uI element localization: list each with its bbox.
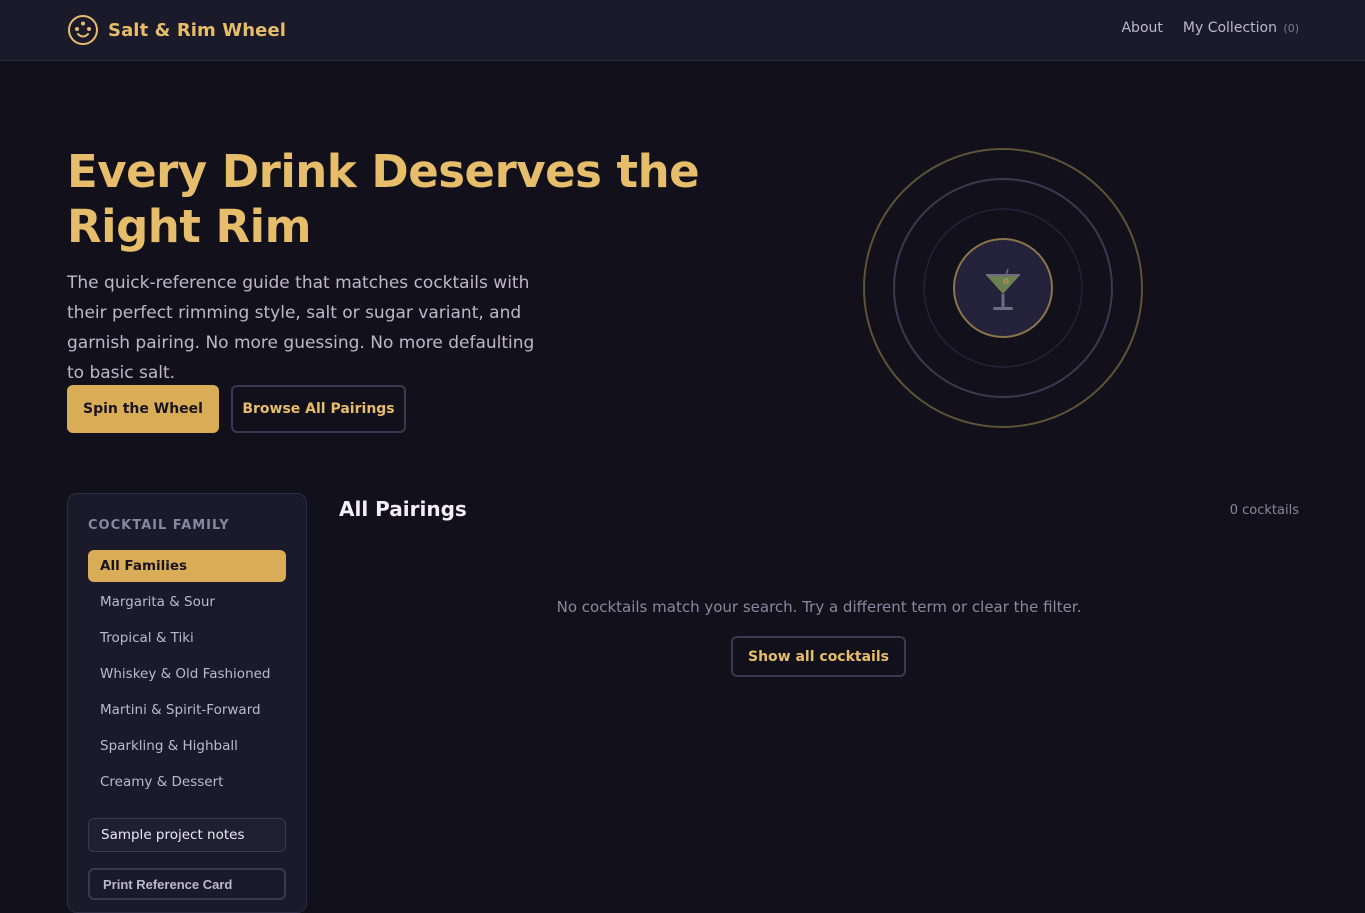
- wheel-logo-icon: [68, 15, 98, 45]
- pairings-title: All Pairings: [339, 497, 467, 521]
- collection-count: (0): [1283, 22, 1299, 35]
- show-all-cocktails-button[interactable]: Show all cocktails: [731, 636, 906, 677]
- browse-pairings-button[interactable]: Browse All Pairings: [231, 385, 406, 433]
- rim-wheel-graphic[interactable]: [862, 147, 1144, 429]
- main-nav: About My Collection (0): [1121, 20, 1299, 36]
- top-navbar: Salt & Rim Wheel About My Collection (0): [0, 0, 1365, 61]
- print-reference-button[interactable]: Print Reference Card: [88, 868, 286, 900]
- cocktail-count: 0 cocktails: [1229, 503, 1299, 518]
- sidebar-heading: COCKTAIL FAMILY: [88, 518, 230, 533]
- empty-state-message: No cocktails match your search. Try a di…: [556, 598, 1082, 616]
- family-filter-martini-spirit-forward[interactable]: Martini & Spirit-Forward: [88, 694, 286, 726]
- nav-about-link[interactable]: About: [1121, 20, 1162, 36]
- spin-wheel-button[interactable]: Spin the Wheel: [67, 385, 219, 433]
- family-filter-creamy-dessert[interactable]: Creamy & Dessert: [88, 766, 286, 798]
- family-filter-whiskey-old-fashioned[interactable]: Whiskey & Old Fashioned: [88, 658, 286, 690]
- brand-name: Salt & Rim Wheel: [108, 19, 287, 41]
- family-filter-all[interactable]: All Families: [88, 550, 286, 582]
- family-filter-margarita-sour[interactable]: Margarita & Sour: [88, 586, 286, 618]
- hero-subtitle: The quick-reference guide that matches c…: [67, 273, 535, 383]
- family-filter-list: All Families Margarita & Sour Tropical &…: [88, 550, 286, 802]
- hero-title: Every Drink Deserves the Right Rim: [67, 145, 700, 253]
- nav-collection-label: My Collection: [1182, 20, 1277, 36]
- family-filter-tropical-tiki[interactable]: Tropical & Tiki: [88, 622, 286, 654]
- nav-collection-link[interactable]: My Collection (0): [1183, 20, 1299, 36]
- brand[interactable]: Salt & Rim Wheel: [67, 14, 286, 46]
- project-notes-button[interactable]: Sample project notes: [88, 818, 286, 852]
- family-filter-sparkling-highball[interactable]: Sparkling & Highball: [88, 730, 286, 762]
- filter-sidebar: COCKTAIL FAMILY All Families Margarita &…: [67, 493, 307, 913]
